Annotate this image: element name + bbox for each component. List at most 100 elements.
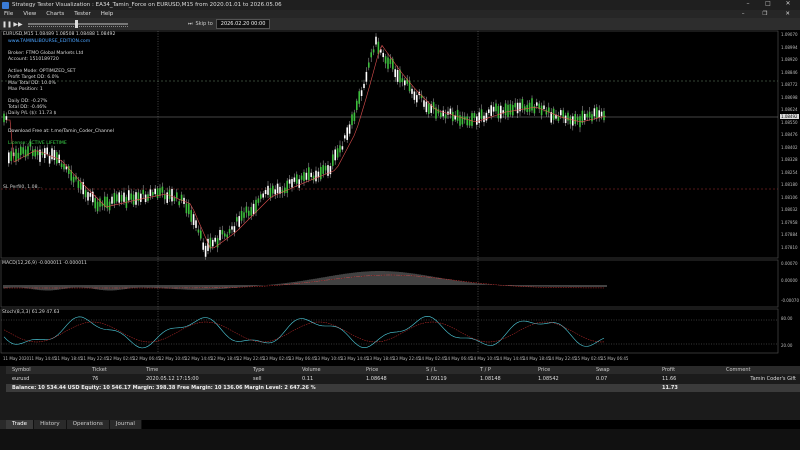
chart-window[interactable]: EURUSD,M15 1.08489 1.08508 1.08488 1.084… — [0, 30, 800, 366]
candle-body — [190, 210, 192, 222]
candle-body — [389, 58, 392, 65]
candle-body — [521, 99, 524, 109]
candle-body — [514, 103, 516, 108]
time-tick-label: 14 May 02:45 — [419, 356, 447, 361]
maximize-icon[interactable]: □ — [758, 0, 778, 7]
menu-help[interactable]: Help — [101, 11, 114, 17]
candle-body — [120, 194, 123, 202]
candle-body — [600, 111, 603, 117]
skip-to-group: ⏭ Skip to 2026.02.20 00:00 — [188, 19, 271, 29]
candle-body — [444, 114, 447, 119]
menu-tester[interactable]: Tester — [74, 11, 90, 17]
pause-icon[interactable]: ❚❚ — [2, 20, 12, 28]
table-cell: eurusd — [12, 376, 30, 382]
table-row[interactable]: eurusd 76 2020.05.12 17:15:00 sell 0.11 1.086… — [6, 375, 800, 383]
candle-body — [63, 164, 65, 170]
candle-body — [471, 113, 473, 126]
candle-body — [156, 188, 159, 198]
candle-body — [228, 229, 231, 234]
menu-restore-icon[interactable]: ❐ — [762, 11, 767, 17]
close-icon[interactable]: ✕ — [778, 0, 798, 7]
candle-body — [329, 166, 332, 175]
menu-view[interactable]: View — [23, 11, 36, 17]
price-tick-label: 1.09070 — [781, 32, 798, 37]
candle-body — [495, 103, 497, 112]
candle-body — [72, 176, 75, 183]
candle-body — [598, 110, 600, 118]
candle-body — [123, 192, 125, 202]
candle-body — [264, 190, 267, 195]
candle-body — [516, 102, 519, 114]
candle-body — [428, 103, 430, 114]
time-tick-label: 12 May 22:45 — [237, 356, 265, 361]
table-header-cell[interactable]: Volume — [302, 367, 321, 373]
price-tick-label: 1.08624 — [781, 107, 798, 112]
current-price-label: 1.08492 — [780, 114, 799, 119]
candle-body — [68, 166, 70, 174]
candle-body — [99, 198, 101, 207]
candle-body — [468, 119, 471, 126]
candle-body — [192, 214, 195, 225]
minimize-icon[interactable]: – — [738, 0, 758, 7]
candle-body — [53, 149, 56, 161]
candle-body — [185, 203, 188, 214]
candle-body — [524, 106, 526, 111]
table-header-cell[interactable]: Symbol — [12, 367, 31, 373]
candle-body — [293, 177, 296, 182]
candle-body — [128, 190, 130, 201]
chart-canvas[interactable] — [0, 30, 800, 366]
level-label: SL Perfil0, 1.08... — [3, 185, 42, 190]
candle-body — [440, 112, 442, 118]
table-header-cell[interactable]: Price — [538, 367, 550, 373]
candle-body — [260, 194, 262, 199]
candle-body — [588, 111, 591, 118]
table-cell: 11.66 — [662, 376, 677, 382]
table-cell: 1.08148 — [480, 376, 501, 382]
time-tick-label: 12 May 02:45 — [107, 356, 135, 361]
table-header-cell[interactable]: T / P — [480, 367, 491, 373]
tab-journal[interactable]: Journal — [109, 420, 142, 429]
candle-body — [581, 110, 584, 124]
skip-to-datetime-input[interactable]: 2026.02.20 00:00 — [215, 19, 271, 29]
candle-body — [567, 112, 569, 121]
candle-body — [178, 201, 180, 206]
table-header-cell[interactable]: Time — [146, 367, 158, 373]
table-header-cell[interactable]: Comment — [726, 367, 751, 373]
candle-body — [286, 180, 288, 193]
speed-slider[interactable] — [28, 20, 128, 28]
tab-trade[interactable]: Trade — [6, 420, 35, 429]
candle-body — [442, 110, 444, 117]
balance-profit: 11.73 — [662, 385, 678, 391]
menu-bar: File View Charts Tester Help – ❐ ✕ — [0, 10, 800, 18]
menu-file[interactable]: File — [4, 11, 13, 17]
table-header-cell[interactable]: S / L — [426, 367, 437, 373]
candle-body — [46, 147, 48, 155]
menu-charts[interactable]: Charts — [46, 11, 64, 17]
table-header-cell[interactable]: Type — [253, 367, 264, 373]
tab-history[interactable]: History — [34, 420, 67, 429]
step-icon[interactable]: ▶▶ — [13, 20, 22, 28]
speed-slider-knob[interactable] — [75, 20, 78, 28]
menu-minimize-icon[interactable]: – — [742, 11, 745, 17]
candle-body — [396, 69, 399, 82]
ea-info-line: Download Free at: t.me/Tamin_Coder_Chann… — [8, 129, 114, 134]
candle-body — [437, 109, 440, 114]
candle-body — [452, 111, 454, 122]
candle-body — [300, 175, 303, 180]
candle-body — [118, 192, 120, 203]
time-tick-label: 14 May 10:45 — [471, 356, 499, 361]
candle-body — [425, 101, 428, 113]
time-tick-label: 13 May 14:45 — [341, 356, 369, 361]
table-header-cell[interactable]: Ticket — [92, 367, 107, 373]
table-header-cell[interactable]: Price — [366, 367, 378, 373]
candle-body — [113, 192, 116, 204]
table-header-cell[interactable]: Profit — [662, 367, 675, 373]
stoch-tick-label: 80.00 — [781, 316, 793, 321]
time-tick-label: 12 May 18:45 — [211, 356, 239, 361]
candle-body — [327, 165, 329, 176]
tab-operations[interactable]: Operations — [66, 420, 110, 429]
skip-to-label[interactable]: Skip to — [196, 21, 213, 27]
menu-close-icon[interactable]: ✕ — [785, 11, 790, 17]
table-header-cell[interactable]: Swap — [596, 367, 610, 373]
candle-body — [586, 113, 588, 118]
